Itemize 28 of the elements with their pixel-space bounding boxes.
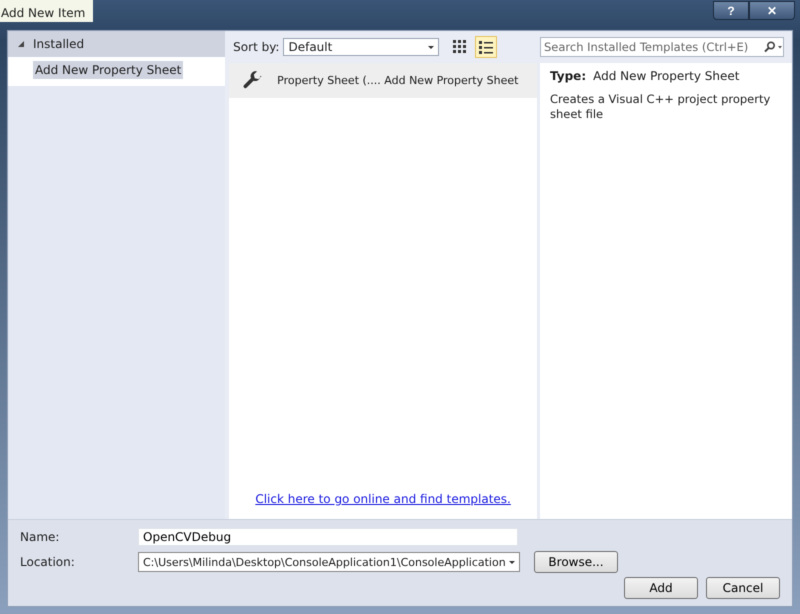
close-button[interactable]: ✕ — [749, 1, 795, 20]
template-item[interactable]: Property Sheet (.... Add New Property Sheet — [229, 63, 537, 98]
name-label: Name: — [20, 530, 60, 544]
sort-dropdown[interactable]: Default — [283, 38, 440, 56]
list-view-button[interactable] — [475, 36, 498, 58]
tree-item[interactable]: Add New Property Sheet — [33, 61, 184, 79]
caret-icon — [428, 46, 434, 48]
help-button[interactable]: ? — [713, 1, 749, 20]
sort-label: Sort by: — [233, 40, 280, 54]
type-value: Add New Property Sheet — [593, 69, 740, 83]
search-field[interactable]: Search Installed Templates (Ctrl+E) — [540, 37, 784, 57]
list-icon — [479, 40, 494, 54]
browse-button[interactable]: Browse... — [534, 551, 618, 573]
type-label: Type: — [550, 69, 586, 83]
name-field[interactable]: OpenCVDebug — [138, 528, 518, 546]
window-title: Add New Item — [0, 0, 94, 22]
grid-icon — [453, 40, 468, 54]
caret-icon — [509, 560, 515, 564]
expand-triangle-icon[interactable] — [17, 40, 25, 48]
search-icon — [763, 41, 783, 53]
tree-item[interactable]: Installed — [8, 31, 226, 57]
online-templates-link[interactable]: Click here to go online and find templates. — [229, 492, 537, 519]
cancel-button[interactable]: Cancel — [706, 577, 780, 599]
tree-item-label: Installed — [33, 37, 84, 51]
location-label: Location: — [20, 555, 76, 569]
add-button[interactable]: Add — [624, 577, 698, 599]
location-dropdown[interactable]: C:\Users\Milinda\Desktop\ConsoleApplication1\ConsoleApplication — [138, 552, 520, 572]
template-description: Creates a Visual C++ project property sheet file — [550, 92, 772, 122]
